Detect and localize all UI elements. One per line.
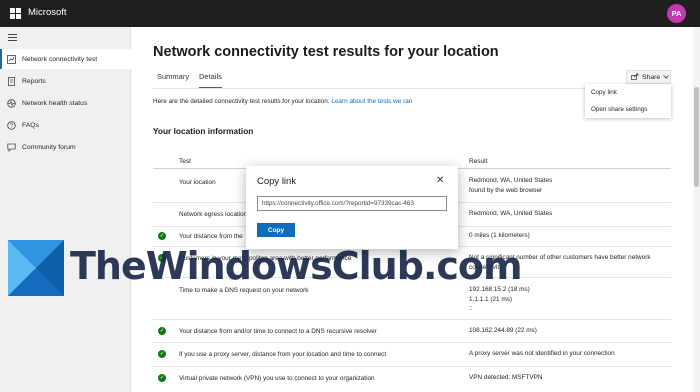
top-bar: Microsoft PA: [0, 0, 700, 27]
column-header-test: Test: [179, 158, 191, 165]
page-scrollbar[interactable]: [693, 27, 700, 392]
sidebar-item-label: Network connectivity test: [22, 55, 98, 63]
learn-more-link[interactable]: Learn about the tests we ran: [331, 98, 412, 105]
page-title: Network connectivity test results for yo…: [153, 44, 499, 60]
test-icon: [7, 54, 16, 64]
share-label: Share: [642, 73, 661, 81]
tab-details[interactable]: Details: [199, 72, 222, 89]
close-icon[interactable]: ✕: [436, 175, 444, 186]
sidebar-item-network-health-status[interactable]: Network health status: [0, 93, 131, 113]
table-row: ✓ Your distance from and/or time to conn…: [153, 320, 671, 343]
forum-icon: [7, 143, 16, 152]
hamburger-menu-icon[interactable]: [8, 34, 17, 41]
sidebar-item-reports[interactable]: Reports: [0, 71, 131, 91]
dialog-title: Copy link: [257, 176, 297, 187]
row-result: VPN detected: MSFTVPN: [469, 374, 543, 381]
share-menu: Copy link Open share settings: [585, 84, 671, 118]
row-result: A proxy server was not identified in you…: [469, 350, 615, 357]
row-result: 0 miles (1 kilometers): [469, 232, 530, 239]
reports-icon: [7, 76, 16, 86]
row-test: Network egress location: [179, 211, 248, 218]
row-test: Your distance from and/or time to connec…: [179, 328, 377, 335]
table-row: ✓ Virtual private network (VPN) you use …: [153, 367, 671, 392]
row-result: 108.162.244.89 (22 ms): [469, 327, 537, 334]
success-check-icon: ✓: [158, 327, 166, 335]
tab-summary[interactable]: Summary: [157, 72, 189, 81]
watermark-text: TheWindowsClub.com: [70, 244, 523, 288]
share-button[interactable]: Share: [626, 70, 671, 84]
menu-item-copy-link[interactable]: Copy link: [591, 89, 617, 96]
sidebar-item-faqs[interactable]: ? FAQs: [0, 115, 131, 135]
row-result: Redmond, WA, United States found by the w…: [469, 177, 553, 194]
menu-item-open-share-settings[interactable]: Open share settings: [591, 106, 647, 113]
row-test: Your distance from the: [179, 233, 243, 240]
row-test: Virtual private network (VPN) you use to…: [179, 375, 375, 382]
link-field[interactable]: [257, 196, 447, 211]
row-result: 192.168.15.2 (18 ms) 1.1.1.1 (21 ms)::: [469, 286, 530, 312]
chevron-down-icon: [663, 74, 669, 81]
brand-name: Microsoft: [28, 7, 67, 18]
copy-link-dialog: Copy link ✕ Copy: [246, 166, 458, 249]
intro-text: Here are the detailed connectivity test …: [153, 98, 413, 105]
success-check-icon: ✓: [158, 374, 166, 382]
sidebar-item-network-connectivity-test[interactable]: Network connectivity test: [0, 49, 131, 69]
microsoft-logo-icon: [10, 8, 21, 19]
table-row: ✓ If you use a proxy server, distance fr…: [153, 343, 671, 367]
row-test: If you use a proxy server, distance from…: [179, 351, 387, 358]
row-result: Redmond, WA, United States: [469, 210, 553, 217]
sidebar-item-label: FAQs: [22, 121, 39, 129]
row-test: Your location: [179, 179, 216, 186]
sidebar-item-label: Network health status: [22, 99, 88, 107]
column-header-result: Result: [469, 158, 488, 165]
health-icon: [7, 98, 16, 108]
avatar[interactable]: PA: [667, 4, 686, 23]
sidebar-item-label: Reports: [22, 77, 46, 85]
sidebar-item-label: Community forum: [22, 143, 76, 151]
section-title: Your location information: [153, 126, 254, 136]
sidebar-item-community-forum[interactable]: Community forum: [0, 137, 131, 157]
watermark-logo-icon: [8, 240, 64, 296]
success-check-icon: ✓: [158, 232, 166, 240]
scrollbar-thumb[interactable]: [694, 87, 699, 187]
share-icon: [631, 73, 639, 82]
sidebar: Network connectivity test Reports Networ…: [0, 27, 131, 392]
faq-icon: ?: [7, 120, 16, 130]
copy-button[interactable]: Copy: [257, 223, 295, 237]
success-check-icon: ✓: [158, 350, 166, 358]
